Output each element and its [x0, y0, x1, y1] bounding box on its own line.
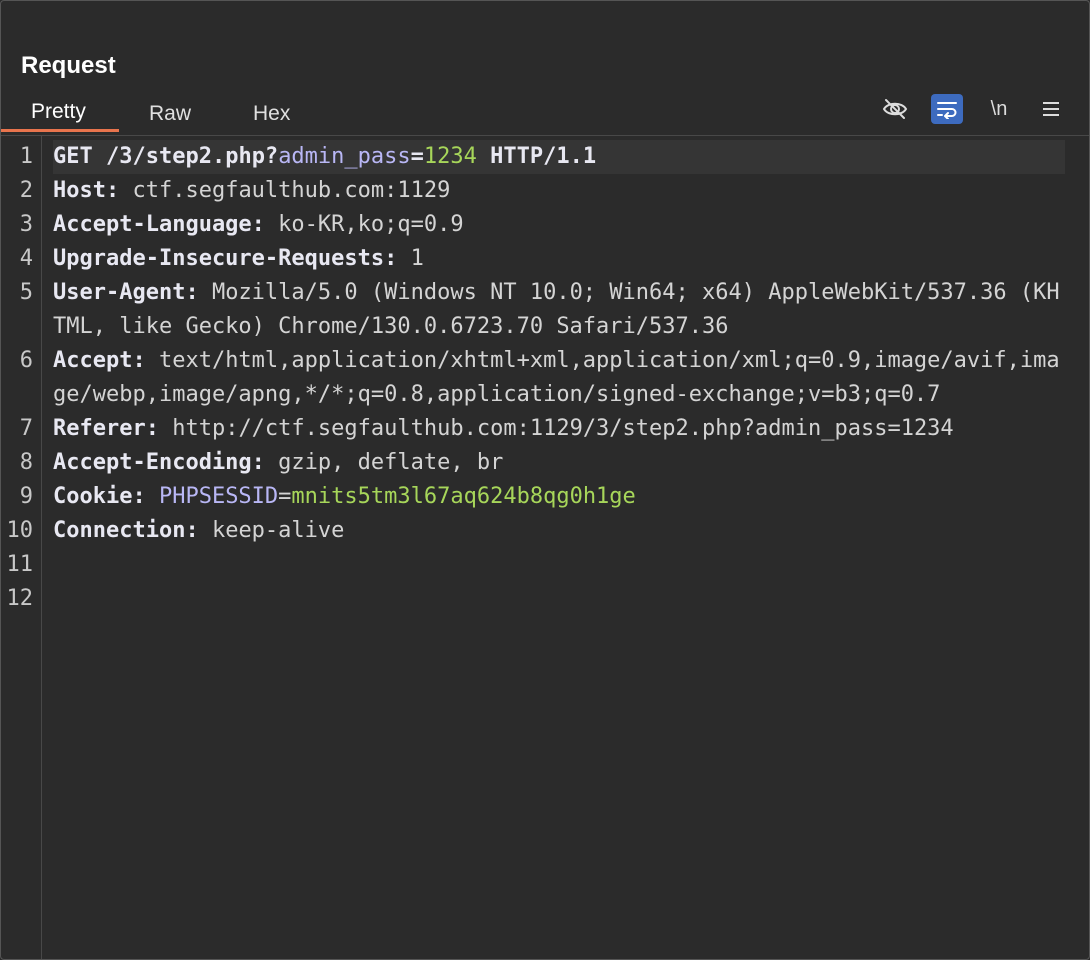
header-line[interactable]: Accept-Language: ko-KR,ko;q=0.9	[53, 208, 1065, 242]
panel-title: Request	[21, 52, 116, 79]
header-name: Accept-Encoding:	[53, 450, 265, 475]
view-tabs: Pretty Raw Hex	[1, 95, 327, 135]
header-name: Accept:	[53, 348, 146, 373]
cookie-name: PHPSESSID	[145, 484, 279, 509]
options-menu-button[interactable]	[1035, 94, 1067, 124]
request-panel: Request Pretty Raw Hex \n 1 GET /3/step2…	[0, 0, 1090, 960]
header-name: Upgrade-Insecure-Requests:	[53, 246, 398, 271]
header-name: Connection:	[53, 518, 199, 543]
code-line: 2 Host: ctf.segfaulthub.com:1129	[1, 174, 1089, 208]
hide-nonprintable-button[interactable]	[879, 94, 911, 124]
header-value: 1	[397, 246, 424, 271]
header-line[interactable]: Referer: http://ctf.segfaulthub.com:1129…	[53, 412, 1065, 446]
tab-divider	[1, 135, 1089, 136]
query-param-value: 1234	[423, 144, 477, 169]
header-value: Mozilla/5.0 (Windows NT 10.0; Win64; x64…	[53, 280, 1060, 339]
header-name: Cookie:	[53, 484, 146, 509]
header-line[interactable]: Accept-Encoding: gzip, deflate, br	[53, 446, 1065, 480]
header-value: ko-KR,ko;q=0.9	[264, 212, 464, 237]
header-line[interactable]: Host: ctf.segfaulthub.com:1129	[53, 174, 1065, 208]
empty-line[interactable]	[53, 582, 1065, 616]
header-line[interactable]: Accept: text/html,application/xhtml+xml,…	[53, 344, 1065, 412]
code-line: 6 Accept: text/html,application/xhtml+xm…	[1, 344, 1089, 412]
line-number: 5	[19, 280, 33, 305]
query-param-name: admin_pass	[278, 144, 411, 169]
header-name: Host:	[53, 178, 120, 203]
eye-slash-icon	[882, 98, 908, 120]
header-line[interactable]: Upgrade-Insecure-Requests: 1	[53, 242, 1065, 276]
query-equals: =	[410, 144, 424, 169]
tab-hex[interactable]: Hex	[223, 95, 327, 132]
tab-pretty[interactable]: Pretty	[1, 95, 119, 132]
header-line[interactable]: User-Agent: Mozilla/5.0 (Windows NT 10.0…	[53, 276, 1065, 344]
newline-label: \n	[990, 97, 1008, 120]
http-method: GET	[53, 144, 93, 169]
word-wrap-icon	[936, 99, 958, 119]
empty-line[interactable]	[53, 548, 1065, 582]
line-number: 10	[6, 518, 34, 543]
hamburger-menu-icon	[1042, 101, 1060, 117]
header-name: User-Agent:	[53, 280, 199, 305]
request-path: /3/step2.php?	[92, 144, 279, 169]
code-line: 5 User-Agent: Mozilla/5.0 (Windows NT 10…	[1, 276, 1089, 344]
header-line[interactable]: Connection: keep-alive	[53, 514, 1065, 548]
code-line: 8 Accept-Encoding: gzip, deflate, br	[1, 446, 1089, 480]
code-line: 10 Connection: keep-alive	[1, 514, 1089, 548]
cookie-line[interactable]: Cookie: PHPSESSID=mnits5tm3l67aq624b8qg0…	[53, 480, 1065, 514]
request-line[interactable]: GET /3/step2.php?admin_pass=1234 HTTP/1.…	[53, 140, 1065, 174]
line-number: 9	[19, 484, 33, 509]
line-number: 12	[6, 586, 34, 611]
line-number: 3	[19, 212, 33, 237]
line-number: 6	[19, 348, 33, 373]
code-line: 11	[1, 548, 1089, 582]
line-number: 8	[19, 450, 33, 475]
http-protocol: HTTP/1.1	[476, 144, 597, 169]
header-value: http://ctf.segfaulthub.com:1129/3/step2.…	[158, 416, 954, 441]
header-name: Accept-Language:	[53, 212, 265, 237]
code-line: 9 Cookie: PHPSESSID=mnits5tm3l67aq624b8q…	[1, 480, 1089, 514]
header-name: Referer:	[53, 416, 159, 441]
line-number: 1	[19, 144, 33, 169]
editor-toolbar: \n	[879, 94, 1067, 124]
code-line: 4 Upgrade-Insecure-Requests: 1	[1, 242, 1089, 276]
request-editor[interactable]: 1 GET /3/step2.php?admin_pass=1234 HTTP/…	[1, 140, 1089, 959]
cookie-value: mnits5tm3l67aq624b8qg0h1ge	[291, 484, 636, 509]
code-line: 1 GET /3/step2.php?admin_pass=1234 HTTP/…	[1, 140, 1089, 174]
cookie-equals: =	[278, 484, 292, 509]
header-value: gzip, deflate, br	[264, 450, 504, 475]
header-value: ctf.segfaulthub.com:1129	[119, 178, 451, 203]
header-value: text/html,application/xhtml+xml,applicat…	[53, 348, 1060, 407]
code-line: 7 Referer: http://ctf.segfaulthub.com:11…	[1, 412, 1089, 446]
tab-raw[interactable]: Raw	[119, 95, 223, 132]
header-value: keep-alive	[198, 518, 345, 543]
line-number: 7	[19, 416, 33, 441]
code-line: 12	[1, 582, 1089, 616]
line-number: 2	[19, 178, 33, 203]
line-number: 11	[6, 552, 34, 577]
line-number: 4	[19, 246, 33, 271]
word-wrap-button[interactable]	[931, 94, 963, 124]
show-newlines-button[interactable]: \n	[983, 94, 1015, 124]
code-line: 3 Accept-Language: ko-KR,ko;q=0.9	[1, 208, 1089, 242]
